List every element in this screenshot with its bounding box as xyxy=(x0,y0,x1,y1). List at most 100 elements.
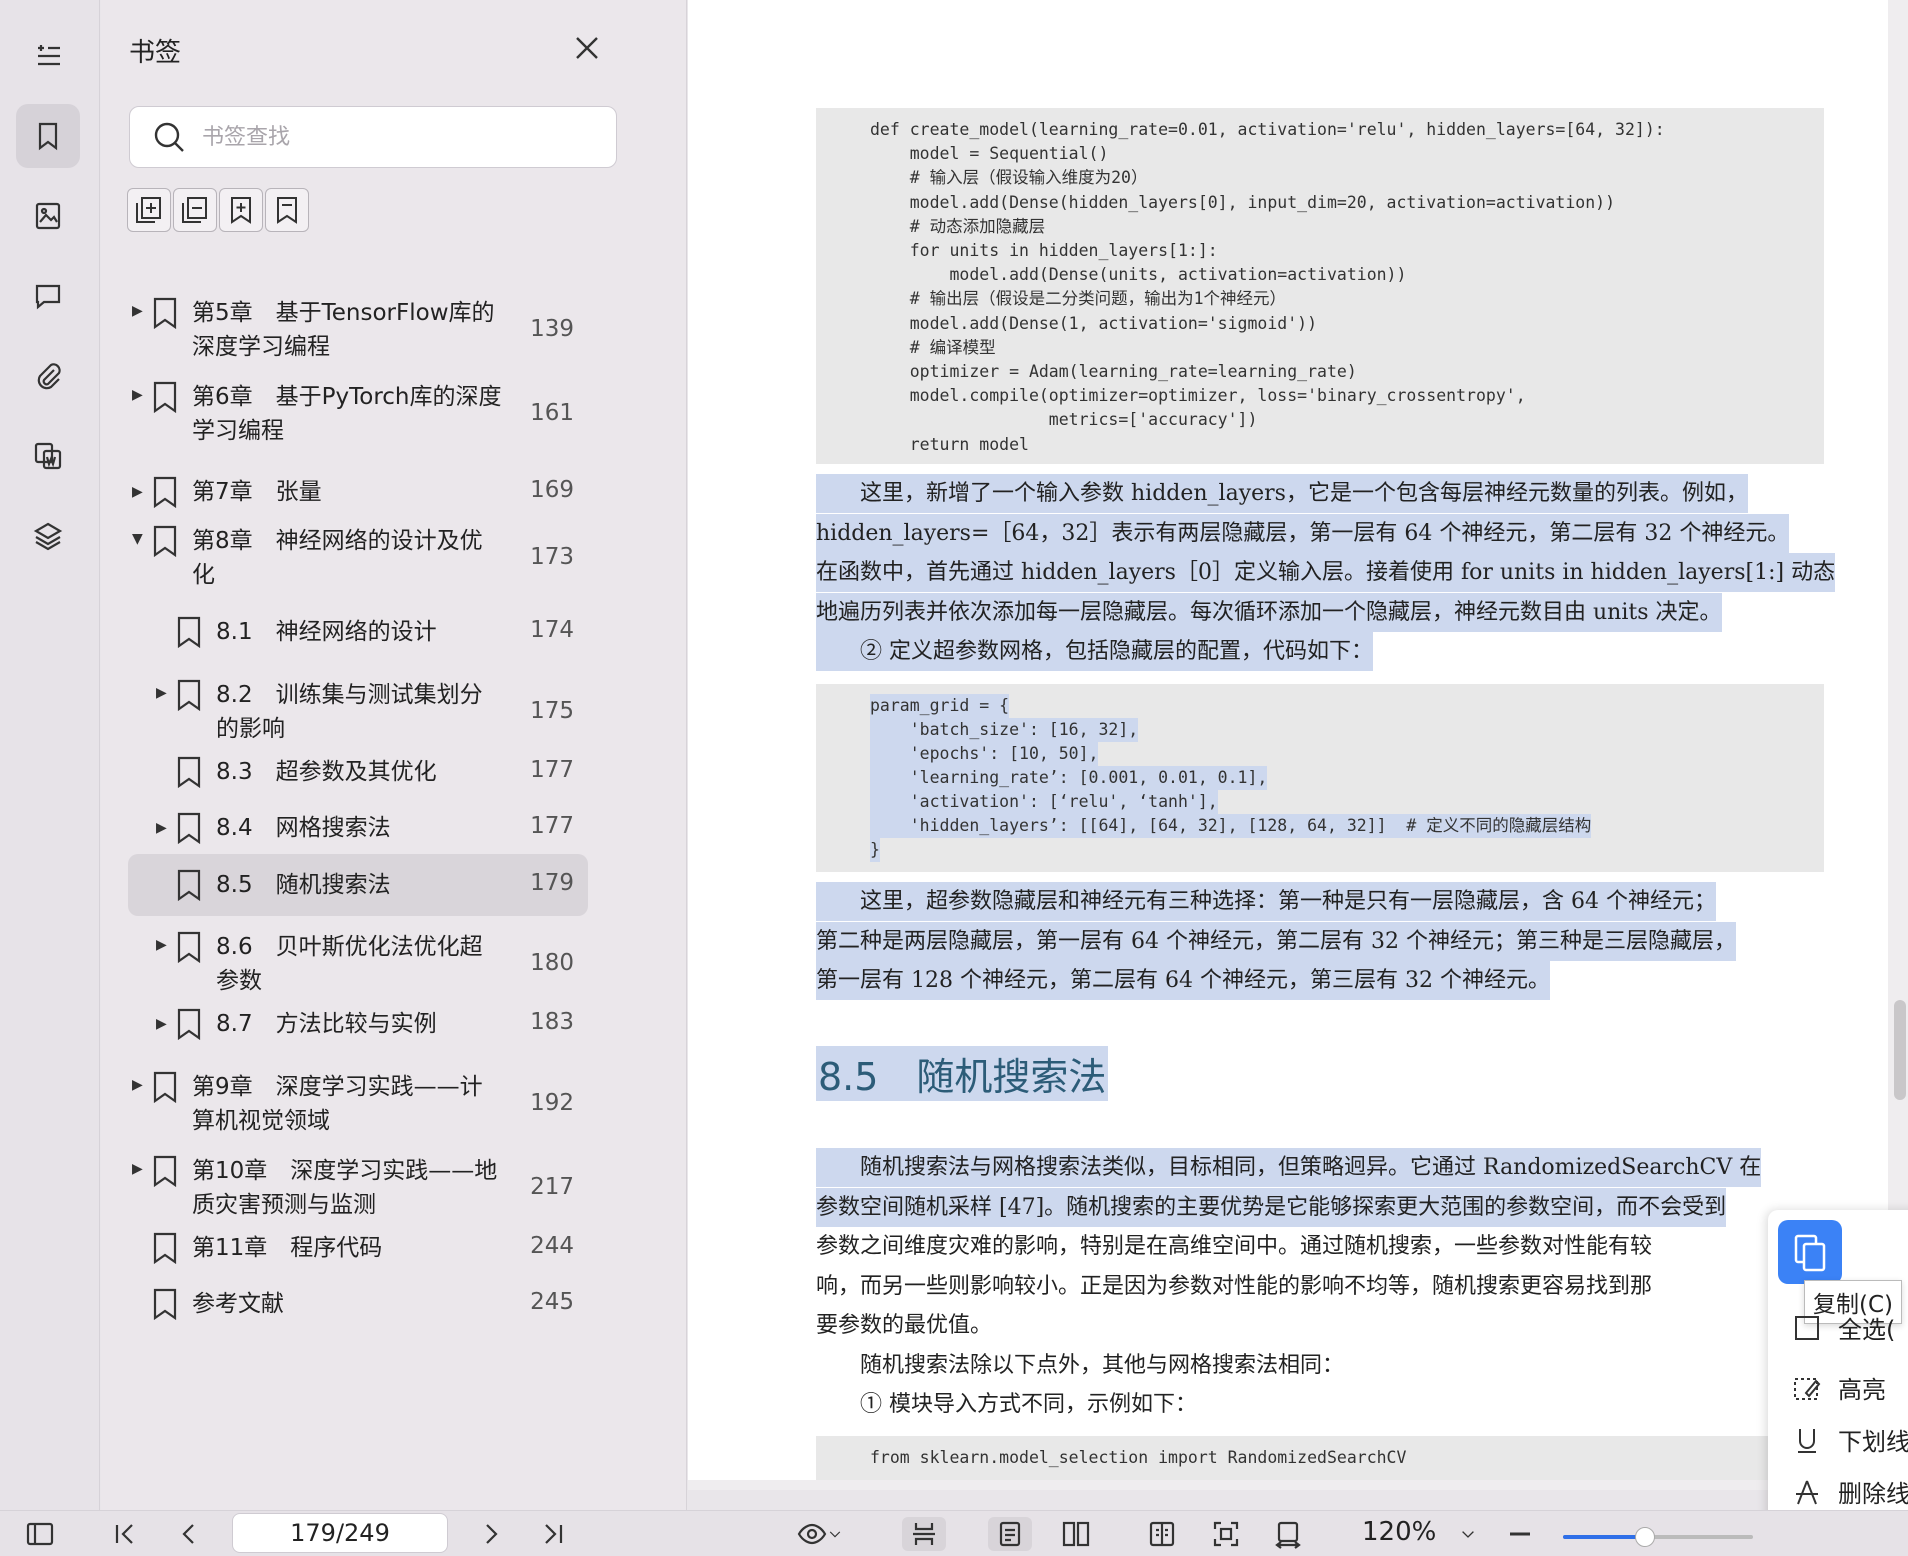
bookmark-tab-icon[interactable] xyxy=(16,104,80,168)
bookmark-item[interactable]: 8.3 超参数及其优化 177 xyxy=(128,742,588,802)
bookmark-item[interactable]: ▶ 8.4 网格搜索法 177 xyxy=(128,798,588,858)
bookmark-icon xyxy=(152,297,178,330)
single-page-icon[interactable] xyxy=(988,1517,1032,1551)
continuous-scroll-icon[interactable] xyxy=(902,1517,946,1551)
bookmark-item[interactable]: 8.5 随机搜索法 179 xyxy=(128,854,588,916)
bookmark-label-line: 8.6 贝叶斯优化法优化超 xyxy=(216,934,483,960)
close-icon[interactable] xyxy=(571,32,603,64)
bookmark-item[interactable]: ▶ 第7章 张量 169 xyxy=(128,462,588,522)
bookmark-icon xyxy=(152,1232,178,1265)
expanded-arrow-icon[interactable]: ▼ xyxy=(132,532,146,546)
collapse-all-button[interactable] xyxy=(173,188,217,232)
code-line: from sklearn.model_selection import Rand… xyxy=(870,1448,1407,1467)
bookmark-label: 8.3 超参数及其优化 xyxy=(216,755,437,789)
zoom-out-icon[interactable] xyxy=(1505,1517,1535,1551)
bookmark-item[interactable]: ▶ 第6章 基于PyTorch库的深度 学习编程 161 xyxy=(128,374,588,456)
outline-icon[interactable] xyxy=(16,24,80,88)
select-all-menu-item[interactable]: 全选( xyxy=(1792,1310,1895,1345)
next-page-icon[interactable] xyxy=(474,1517,508,1551)
bookmark-label: 8.1 神经网络的设计 xyxy=(216,615,437,649)
underline-icon xyxy=(1798,1428,1816,1453)
layers-icon[interactable] xyxy=(16,504,80,568)
collapsed-arrow-icon[interactable]: ▶ xyxy=(156,1017,170,1031)
bookmark-search[interactable] xyxy=(129,106,617,168)
bookmark-item[interactable]: ▶ 第9章 深度学习实践——计 算机视觉领域 192 xyxy=(128,1064,588,1146)
zoom-slider-handle[interactable] xyxy=(1634,1527,1655,1547)
bookmark-item[interactable]: 参考文献 245 xyxy=(128,1274,588,1334)
panel-title: 书签 xyxy=(129,38,182,68)
bookmark-item[interactable]: ▶ 第5章 基于TensorFlow库的 深度学习编程 139 xyxy=(128,290,588,372)
code-line: model.add(Dense(1, activation='sigmoid')… xyxy=(870,313,1318,333)
bookmark-list: ▶ 第5章 基于TensorFlow库的 深度学习编程 139 ▶ 第6章 基于PyTor… xyxy=(101,270,687,1510)
comment-icon[interactable] xyxy=(16,264,80,328)
bookmark-icon xyxy=(152,1155,178,1188)
strikethrough-menu-item[interactable]: 删除线 xyxy=(1792,1474,1908,1509)
underline-menu-item[interactable]: 下划线 xyxy=(1792,1422,1908,1457)
collapsed-arrow-icon[interactable]: ▶ xyxy=(132,1078,146,1092)
collapsed-arrow-icon[interactable]: ▶ xyxy=(132,388,146,402)
bookmark-item[interactable]: ▶ 8.7 方法比较与实例 183 xyxy=(128,994,588,1054)
bookmark-label: 第11章 程序代码 xyxy=(192,1231,382,1265)
bookmark-label: 第7章 张量 xyxy=(192,475,322,509)
document-scrollbar[interactable] xyxy=(1894,1000,1906,1100)
bookmark-label: 8.6 贝叶斯优化法优化超 参数 xyxy=(216,930,483,998)
bookmark-item[interactable]: ▼ 第8章 神经网络的设计及优化 173 xyxy=(128,518,588,600)
two-page-icon[interactable] xyxy=(1054,1517,1098,1551)
code-block-2: param_grid = { 'batch_size': [16, 32], '… xyxy=(816,684,1824,872)
collapsed-arrow-icon[interactable]: ▶ xyxy=(132,1162,146,1176)
convert-icon[interactable] xyxy=(16,424,80,488)
bookmark-page-number: 183 xyxy=(530,1009,574,1035)
expand-all-button[interactable] xyxy=(127,188,171,232)
bookmark-label: 8.7 方法比较与实例 xyxy=(216,1007,437,1041)
add-bookmark-button[interactable] xyxy=(219,188,263,232)
highlight-menu-item[interactable]: 高亮 xyxy=(1792,1370,1886,1405)
bookmark-label-line: 第9章 深度学习实践——计 xyxy=(192,1074,483,1100)
code-line: 'epochs': [10, 50], xyxy=(870,742,1099,766)
zoom-dropdown-icon[interactable] xyxy=(1454,1517,1482,1551)
page-number-input[interactable]: 179/249 xyxy=(232,1513,448,1553)
bookmark-label-line: 第5章 基于TensorFlow库的 xyxy=(192,300,495,326)
bookmark-page-number: 169 xyxy=(530,477,574,503)
bookmark-label: 第9章 深度学习实践——计 算机视觉领域 xyxy=(192,1070,483,1138)
bookmark-icon xyxy=(176,931,202,964)
horizontal-scrollbar[interactable] xyxy=(698,1487,1878,1490)
bookmark-label-line: 学习编程 xyxy=(192,418,284,444)
code-line: model.compile(optimizer=optimizer, loss=… xyxy=(870,386,1526,406)
bookmark-label-line: 8.2 训练集与测试集划分 xyxy=(216,682,483,708)
thumbnail-icon[interactable] xyxy=(16,184,80,248)
bookmark-label: 8.2 训练集与测试集划分 的影响 xyxy=(216,678,483,746)
context-menu: 复制(C) 全选( 高亮 下划线 删除线 编辑 xyxy=(1768,1210,1908,1556)
sidebar-toggle-icon[interactable] xyxy=(22,1517,58,1551)
last-page-icon[interactable] xyxy=(536,1517,570,1551)
bookmark-item[interactable]: 第11章 程序代码 244 xyxy=(128,1218,588,1278)
collapsed-arrow-icon[interactable]: ▶ xyxy=(132,304,146,318)
eye-icon[interactable] xyxy=(792,1517,848,1551)
bookmark-panel: 书签 ▶ 第5章 基于TensorFlow库的深度学习编程 139 ▶ 第6章 基于Py… xyxy=(101,0,731,1510)
code-line: } xyxy=(870,838,880,862)
document-page: def create_model(learning_rate=0.01, act… xyxy=(688,0,1888,1480)
bookmark-label: 第8章 神经网络的设计及优化 xyxy=(192,524,483,592)
bookmark-label: 第10章 深度学习实践——地 质灾害预测与监测 xyxy=(192,1154,497,1222)
collapsed-arrow-icon[interactable]: ▶ xyxy=(156,686,170,700)
collapsed-arrow-icon[interactable]: ▶ xyxy=(156,821,170,835)
zoom-level[interactable]: 120% xyxy=(1362,1517,1436,1547)
paragraph-line: 随机搜索法除以下点外，其他与网格搜索法相同： xyxy=(816,1352,1345,1378)
copy-icon[interactable] xyxy=(1778,1220,1842,1284)
fit-page-icon[interactable] xyxy=(1204,1517,1248,1551)
attachment-icon[interactable] xyxy=(16,344,80,408)
code-line: 'hidden_layers’: [[64], [64, 32], [128, … xyxy=(870,814,1592,838)
fit-width-icon[interactable] xyxy=(1266,1517,1310,1551)
collapsed-arrow-icon[interactable]: ▶ xyxy=(156,938,170,952)
bookmark-item[interactable]: 8.1 神经网络的设计 174 xyxy=(128,602,588,662)
book-mode-icon[interactable] xyxy=(1140,1517,1184,1551)
code-line: 'learning_rate’: [0.001, 0.01, 0.1], xyxy=(870,766,1268,790)
bookmark-button[interactable] xyxy=(265,188,309,232)
collapsed-arrow-icon[interactable]: ▶ xyxy=(132,485,146,499)
bookmark-page-number: 217 xyxy=(530,1174,574,1200)
bottom-toolbar: 179/249 120% xyxy=(0,1510,1908,1556)
paragraph-line: 这里，新增了一个输入参数 hidden_layers，它是一个包含每层神经元数量… xyxy=(816,474,1748,513)
previous-page-icon[interactable] xyxy=(172,1517,206,1551)
paragraph-line: ② 定义超参数网格，包括隐藏层的配置，代码如下： xyxy=(816,632,1373,671)
first-page-icon[interactable] xyxy=(108,1517,142,1551)
search-input[interactable] xyxy=(202,124,582,150)
